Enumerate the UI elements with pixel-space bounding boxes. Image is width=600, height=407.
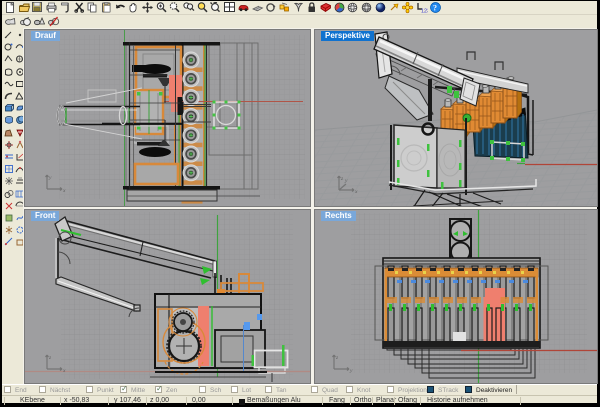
svg-text:?: ? <box>433 4 437 13</box>
svg-text:x: x <box>62 368 66 374</box>
svg-text:y: y <box>349 368 353 374</box>
svg-text:x: x <box>354 189 358 195</box>
svg-text:y: y <box>48 175 52 181</box>
svg-text:123: 123 <box>421 9 428 15</box>
svg-text:y: y <box>344 178 348 184</box>
svg-text:x: x <box>62 188 66 194</box>
